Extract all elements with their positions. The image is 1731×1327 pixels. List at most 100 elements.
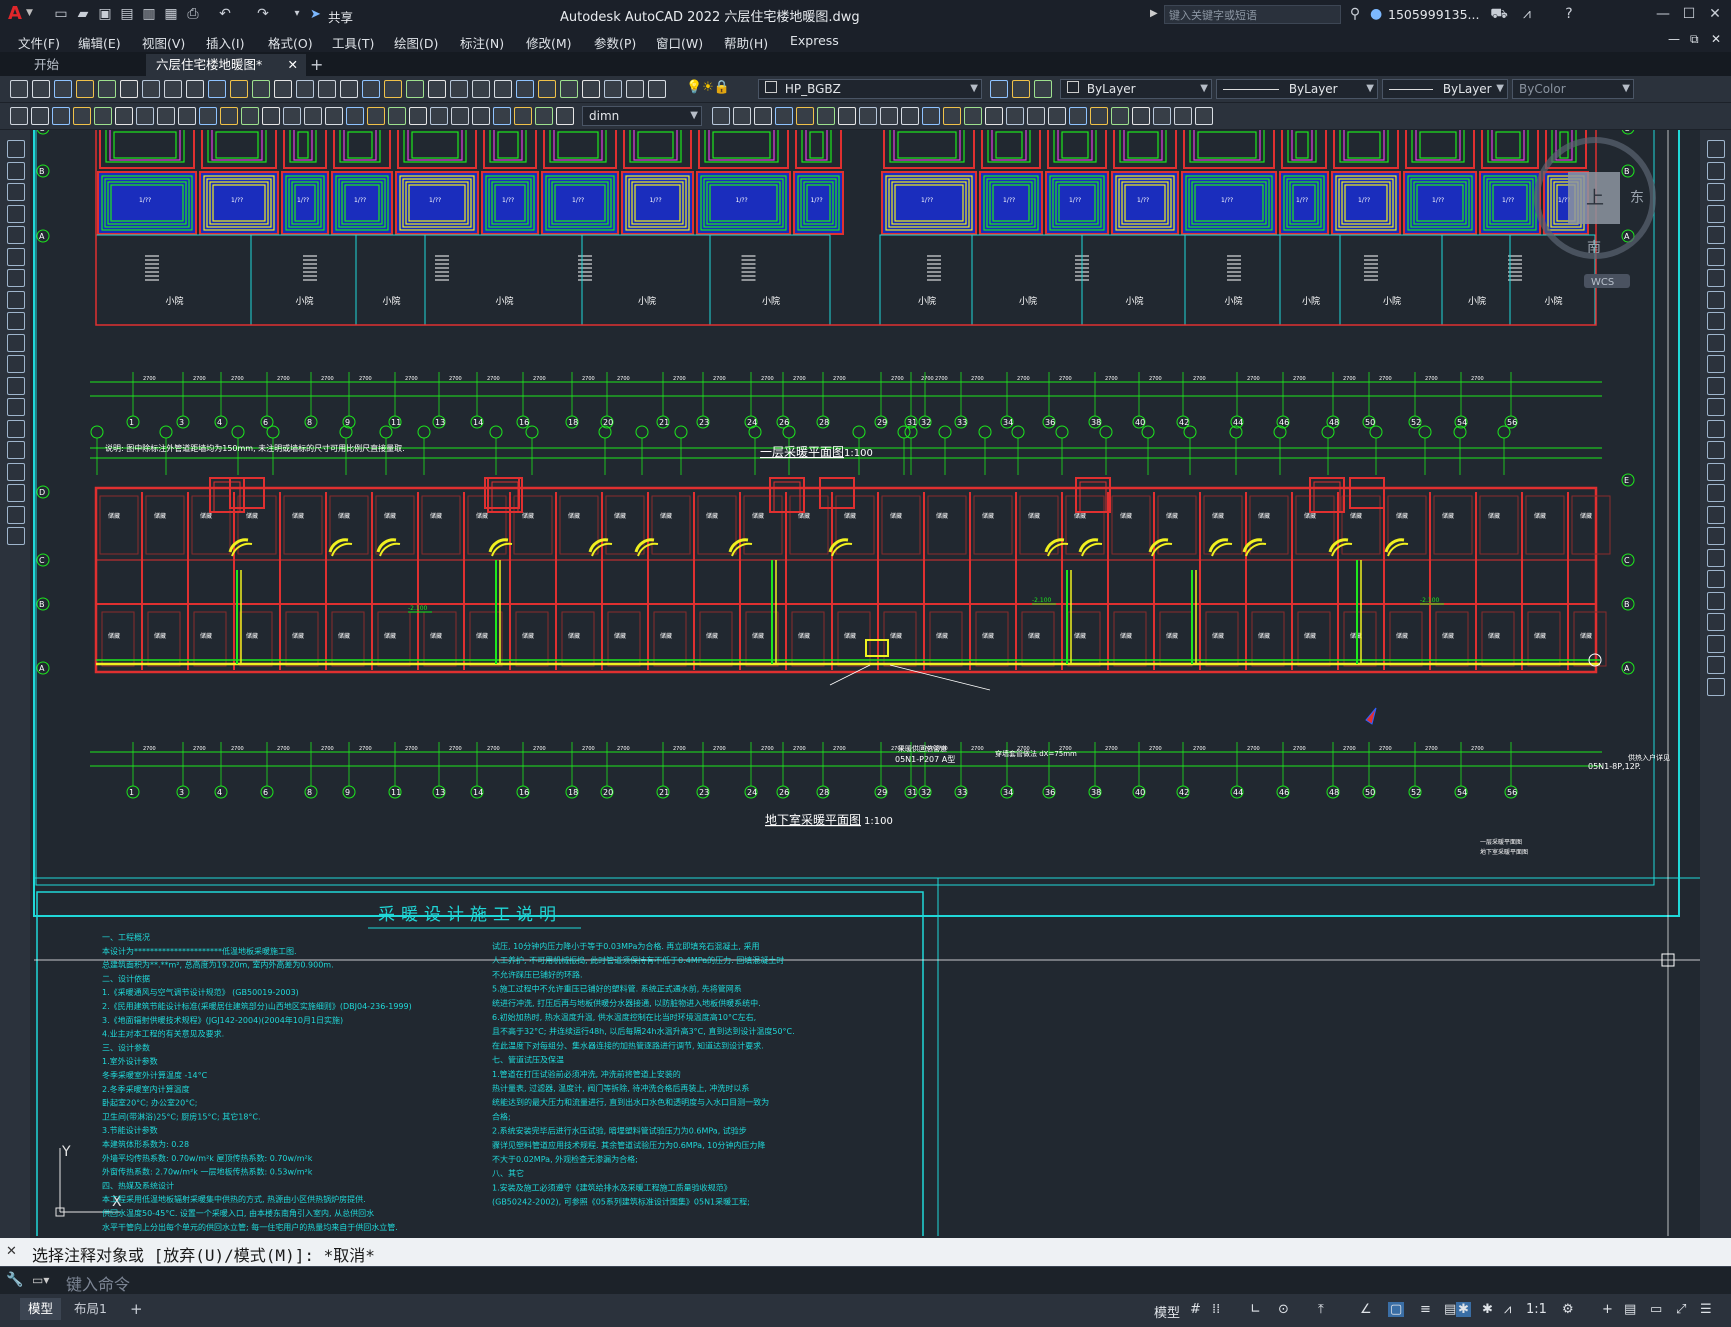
side-tool-icon[interactable] xyxy=(7,505,25,524)
search-input[interactable]: 键入关键字或短语 xyxy=(1164,5,1341,24)
toolbar-tool-icon[interactable] xyxy=(10,107,28,125)
toolbar-tool-icon[interactable] xyxy=(409,107,427,125)
tab-start[interactable]: 开始 xyxy=(24,54,146,76)
toolbar-tool-icon[interactable] xyxy=(325,107,343,125)
toolbar-tool-icon[interactable] xyxy=(472,80,490,98)
cart-icon[interactable]: ⛟ xyxy=(1490,5,1508,23)
doc-minimize-icon[interactable]: — xyxy=(1668,32,1680,46)
toolbar-tool-icon[interactable] xyxy=(626,80,644,98)
toolbar-tool-icon[interactable] xyxy=(120,80,138,98)
toolbar-tool-icon[interactable] xyxy=(880,107,898,125)
autodesk-app-icon[interactable]: ⩘ xyxy=(1518,5,1536,23)
toolbar-tool-icon[interactable] xyxy=(430,107,448,125)
toolbar-tool-icon[interactable] xyxy=(157,107,175,125)
toolbar-tool-icon[interactable] xyxy=(922,107,940,125)
menu-insert[interactable]: 插入(I) xyxy=(206,33,244,52)
side-tool-icon[interactable] xyxy=(1707,247,1725,266)
iso-draft-icon[interactable]: ∠ xyxy=(1360,1302,1372,1317)
toolbar-tool-icon[interactable] xyxy=(346,107,364,125)
side-tool-icon[interactable] xyxy=(7,247,25,266)
toolbar-tool-icon[interactable] xyxy=(472,107,490,125)
osnap-icon[interactable]: ▢ xyxy=(1388,1302,1405,1317)
toolbar-tool-icon[interactable] xyxy=(262,107,280,125)
open-icon[interactable]: ▰ xyxy=(74,5,92,23)
toolbar-tool-icon[interactable] xyxy=(451,107,469,125)
layer-state-icons[interactable]: 💡☀🔒 xyxy=(686,80,730,95)
side-tool-icon[interactable] xyxy=(7,527,25,545)
side-tool-icon[interactable] xyxy=(7,269,25,287)
toolbar-tool-icon[interactable] xyxy=(367,107,385,125)
toolbar-tool-icon[interactable] xyxy=(1174,107,1192,125)
toolbar-tool-icon[interactable] xyxy=(450,80,468,98)
wcs-label[interactable]: WCS xyxy=(1591,277,1614,288)
lineweight-icon[interactable]: ≡ xyxy=(1420,1302,1431,1317)
plot-icon[interactable]: ⎙ xyxy=(184,5,202,23)
side-tool-icon[interactable] xyxy=(1707,484,1725,502)
layer-dropdown[interactable]: HP_BGBZ ▼ xyxy=(758,79,982,99)
drawing-svg[interactable]: 1/?? 1/?? 1/?? 1/?? 1/?? 1/?? 1/?? 1/?? 1/?? 1/??… xyxy=(30,130,1700,1236)
add-layout-button[interactable]: + xyxy=(122,1298,151,1320)
side-tool-icon[interactable] xyxy=(1707,527,1725,545)
quick-props-icon[interactable]: ▭ xyxy=(1650,1302,1662,1317)
side-tool-icon[interactable] xyxy=(7,398,25,416)
customize-icon[interactable]: 🔧 xyxy=(6,1272,23,1288)
toolbar-tool-icon[interactable] xyxy=(208,80,226,98)
web-mobile-icon[interactable]: ▥ xyxy=(140,5,158,23)
toolbar-tool-icon[interactable] xyxy=(340,80,358,98)
side-tool-icon[interactable] xyxy=(7,355,25,373)
tab-close-icon[interactable]: ✕ xyxy=(288,54,298,76)
toolbar-tool-icon[interactable] xyxy=(1027,107,1045,125)
side-tool-icon[interactable] xyxy=(1707,570,1725,588)
toolbar-tool-icon[interactable] xyxy=(535,107,553,125)
side-tool-icon[interactable] xyxy=(1707,290,1725,309)
toolbar-tool-icon[interactable] xyxy=(817,107,835,125)
toolbar-tool-icon[interactable] xyxy=(54,80,72,98)
toolbar-tool-icon[interactable] xyxy=(494,80,512,98)
toolbar-tool-icon[interactable] xyxy=(648,80,666,98)
side-tool-icon[interactable] xyxy=(7,312,25,330)
redo-icon[interactable]: ↷ xyxy=(254,5,272,23)
side-tool-icon[interactable] xyxy=(1707,269,1725,287)
toolbar-tool-icon[interactable] xyxy=(733,107,751,125)
side-tool-icon[interactable] xyxy=(1707,312,1725,330)
user-icon[interactable]: ● xyxy=(1370,6,1382,22)
toolbar-tool-icon[interactable] xyxy=(274,80,292,98)
annotation-scale-value[interactable]: 1:1 xyxy=(1526,1302,1547,1317)
toolbar-tool-icon[interactable] xyxy=(514,107,532,125)
toolbar-tool-icon[interactable] xyxy=(556,107,574,125)
side-tool-icon[interactable] xyxy=(1707,441,1725,459)
snap-icon[interactable]: ⁞⁞ xyxy=(1212,1302,1220,1317)
workspace-icon[interactable]: ⚙ xyxy=(1562,1302,1574,1317)
lineweight-dropdown[interactable]: ByLayer ▼ xyxy=(1382,79,1508,99)
tab-model[interactable]: 模型 xyxy=(20,1298,62,1320)
save-web-icon[interactable]: ▦ xyxy=(162,5,180,23)
toolbar-tool-icon[interactable] xyxy=(582,80,600,98)
close-icon[interactable]: ✕ xyxy=(1706,5,1724,23)
toolbar-tool-icon[interactable] xyxy=(1090,107,1108,125)
command-prompt-icon[interactable]: ▭▾ xyxy=(32,1273,49,1287)
doc-restore-icon[interactable]: ⧉ xyxy=(1690,32,1699,47)
toolbar-tool-icon[interactable] xyxy=(283,107,301,125)
linetype-dropdown[interactable]: ByLayer ▼ xyxy=(1216,79,1378,99)
polar-icon[interactable]: ⊙ xyxy=(1278,1302,1289,1317)
command-input[interactable]: 键入命令 xyxy=(66,1271,130,1295)
side-tool-icon[interactable] xyxy=(1707,161,1725,180)
toolbar-tool-icon[interactable] xyxy=(901,107,919,125)
side-tool-icon[interactable] xyxy=(7,204,25,223)
viewcube-south-label[interactable]: 南 xyxy=(1587,240,1601,256)
toolbar-tool-icon[interactable] xyxy=(943,107,961,125)
side-tool-icon[interactable] xyxy=(1707,677,1725,696)
grid-icon[interactable]: # xyxy=(1190,1302,1201,1317)
save-icon[interactable]: ▣ xyxy=(96,5,114,23)
drawing-canvas[interactable]: 1/?? 1/?? 1/?? 1/?? 1/?? 1/?? 1/?? 1/?? 1/?? 1/??… xyxy=(30,130,1700,1236)
menu-edit[interactable]: 编辑(E) xyxy=(78,33,121,52)
user-name[interactable]: 1505999135... xyxy=(1388,7,1479,22)
side-tool-icon[interactable] xyxy=(7,140,25,158)
toolbar-tool-icon[interactable] xyxy=(985,107,1003,125)
side-tool-icon[interactable] xyxy=(7,333,25,352)
dimstyle-dropdown[interactable]: dimn ▼ xyxy=(582,106,702,126)
toolbar-tool-icon[interactable] xyxy=(493,107,511,125)
toolbar-tool-icon[interactable] xyxy=(859,107,877,125)
toolbar-tool-icon[interactable] xyxy=(604,80,622,98)
toolbar-tool-icon[interactable] xyxy=(94,107,112,125)
